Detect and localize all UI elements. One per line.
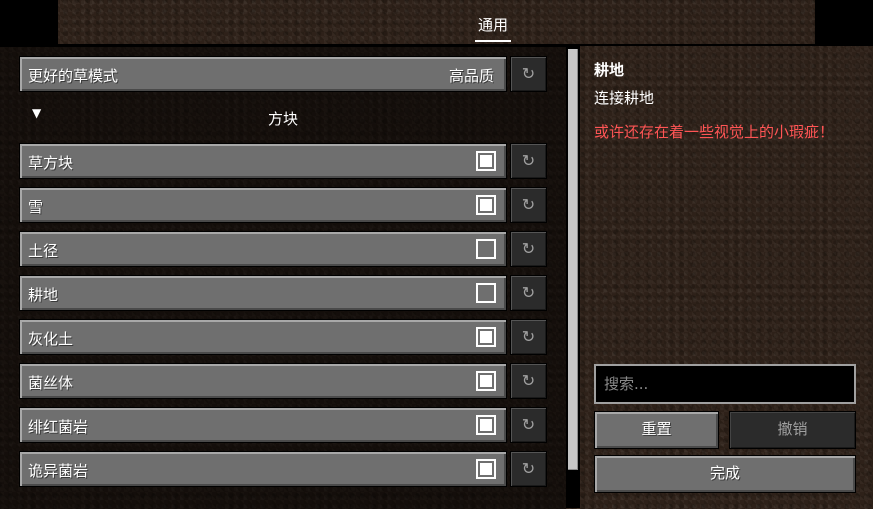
option-label: 灰化土 — [28, 330, 74, 348]
reset-option-icon[interactable]: ↻ — [510, 143, 547, 179]
option-toggle-button[interactable]: 草方块 — [19, 143, 507, 179]
reset-option-icon[interactable]: ↻ — [510, 231, 547, 267]
option-label: 绯红菌岩 — [28, 418, 89, 436]
description-title: 耕地 — [594, 61, 625, 79]
option-label: 菌丝体 — [28, 374, 74, 392]
tab-general[interactable]: 通用 — [473, 14, 513, 35]
top-bar-left — [0, 0, 58, 46]
tab-active-indicator — [475, 40, 511, 42]
option-toggle-button[interactable]: 耕地 — [19, 275, 507, 311]
description-text: 连接耕地 — [594, 89, 655, 107]
option-row: 耕地 ↻ — [19, 275, 547, 313]
checkbox[interactable] — [476, 283, 496, 303]
option-row: 灰化土 ↻ — [19, 319, 547, 357]
option-row: 绯红菌岩 ↻ — [19, 407, 547, 445]
reset-option-icon[interactable]: ↻ — [510, 363, 547, 399]
option-toggle-button[interactable]: 菌丝体 — [19, 363, 507, 399]
section-title: 方块 — [267, 110, 298, 128]
tab-strip: 通用 — [58, 0, 815, 46]
option-row: 诡异菌岩 ↻ — [19, 451, 547, 489]
checkbox[interactable] — [476, 151, 496, 171]
option-row: 雪 ↻ — [19, 187, 547, 225]
done-button[interactable]: 完成 — [594, 455, 856, 493]
checkbox[interactable] — [476, 195, 496, 215]
option-row: 土径 ↻ — [19, 231, 547, 269]
reset-option-icon[interactable]: ↻ — [510, 187, 547, 223]
option-value: 高品质 — [448, 67, 494, 85]
option-toggle-button[interactable]: 雪 — [19, 187, 507, 223]
checkbox[interactable] — [476, 415, 496, 435]
reset-option-icon[interactable]: ↻ — [510, 451, 547, 487]
option-row: 草方块 ↻ — [19, 143, 547, 181]
option-label: 雪 — [28, 198, 44, 216]
option-label: 诡异菌岩 — [28, 462, 89, 480]
section-header-blocks: ▼ 方块 — [19, 104, 547, 132]
option-label: 草方块 — [28, 154, 74, 172]
option-toggle-button[interactable]: 绯红菌岩 — [19, 407, 507, 443]
option-label: 更好的草模式 — [28, 67, 119, 85]
reset-button[interactable]: 重置 — [594, 411, 719, 449]
reset-option-icon[interactable]: ↻ — [510, 275, 547, 311]
checkbox[interactable] — [476, 327, 496, 347]
option-row: 菌丝体 ↻ — [19, 363, 547, 401]
option-toggle-button[interactable]: 灰化土 — [19, 319, 507, 355]
option-label: 土径 — [28, 242, 59, 260]
option-row-better-grass: 更好的草模式 高品质 ↻ — [19, 56, 547, 94]
reset-option-icon[interactable]: ↻ — [510, 56, 547, 92]
better-grass-button[interactable]: 更好的草模式 高品质 — [19, 56, 507, 92]
warning-text: 或许还存在着一些视觉上的小瑕疵！ — [594, 123, 835, 141]
undo-button[interactable]: 撤销 — [729, 411, 856, 449]
option-toggle-button[interactable]: 土径 — [19, 231, 507, 267]
reset-option-icon[interactable]: ↻ — [510, 407, 547, 443]
option-toggle-button[interactable]: 诡异菌岩 — [19, 451, 507, 487]
option-label: 耕地 — [28, 286, 59, 304]
scrollbar-thumb[interactable] — [568, 49, 578, 470]
reset-option-icon[interactable]: ↻ — [510, 319, 547, 355]
checkbox[interactable] — [476, 459, 496, 479]
checkbox[interactable] — [476, 371, 496, 391]
search-input[interactable] — [594, 364, 856, 404]
top-bar-right — [815, 0, 873, 46]
checkbox[interactable] — [476, 239, 496, 259]
